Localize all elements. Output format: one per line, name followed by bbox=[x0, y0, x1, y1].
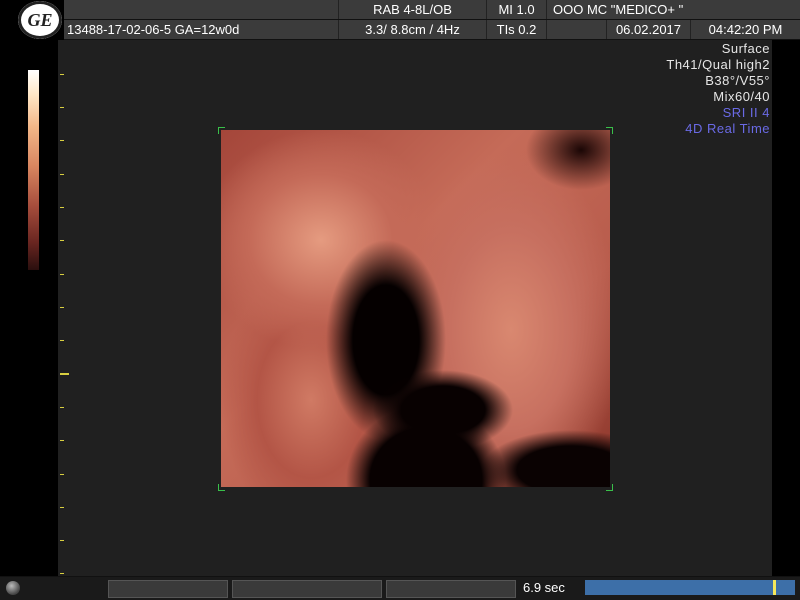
angle-label: B38°/V55° bbox=[705, 73, 770, 88]
depth-tick bbox=[60, 74, 64, 75]
render-mode-label: Surface bbox=[721, 41, 770, 56]
mix-label: Mix60/40 bbox=[713, 89, 770, 104]
mi-label: MI 1.0 bbox=[486, 0, 546, 19]
institution-label: OOO MC "MEDICO+ " bbox=[546, 0, 800, 19]
roi-corner-top-left bbox=[218, 127, 225, 134]
header-spacer bbox=[64, 0, 338, 19]
depth-frequency-label: 3.3/ 8.8cm / 4Hz bbox=[338, 20, 486, 39]
depth-tick bbox=[60, 307, 64, 308]
depth-tick bbox=[60, 207, 64, 208]
patient-id-label: 13488-17-02-06-5 GA=12w0d bbox=[64, 20, 338, 39]
depth-tick bbox=[60, 440, 64, 441]
depth-tick bbox=[60, 107, 64, 108]
depth-tick bbox=[60, 240, 64, 241]
focus-marker bbox=[60, 373, 69, 375]
depth-tick bbox=[60, 507, 64, 508]
threshold-quality-label: Th41/Qual high2 bbox=[666, 57, 770, 72]
3d-render-image[interactable] bbox=[221, 130, 610, 487]
color-map-scale bbox=[28, 70, 39, 270]
time-label: 04:42:20 PM bbox=[690, 20, 800, 39]
trackball-icon bbox=[6, 581, 20, 595]
mode-4d-label: 4D Real Time bbox=[685, 121, 770, 136]
tis-label: TIs 0.2 bbox=[486, 20, 546, 39]
ge-logo-icon: GE bbox=[18, 1, 62, 39]
cine-cursor[interactable] bbox=[773, 580, 776, 595]
roi-corner-top-right bbox=[606, 127, 613, 134]
trackball-function-2[interactable] bbox=[232, 580, 382, 598]
probe-label: RAB 4-8L/OB bbox=[338, 0, 486, 19]
right-panel bbox=[772, 40, 800, 576]
cine-progress-bar[interactable] bbox=[585, 580, 795, 595]
depth-tick bbox=[60, 140, 64, 141]
header-blank bbox=[546, 20, 606, 39]
cine-duration-label: 6.9 sec bbox=[523, 580, 565, 595]
depth-tick bbox=[60, 474, 64, 475]
roi-corner-bottom-left bbox=[218, 484, 225, 491]
depth-tick bbox=[60, 174, 64, 175]
depth-tick bbox=[60, 407, 64, 408]
roi-corner-bottom-right bbox=[606, 484, 613, 491]
depth-tick bbox=[60, 573, 64, 574]
trackball-function-3[interactable] bbox=[386, 580, 516, 598]
depth-tick bbox=[60, 274, 64, 275]
depth-tick bbox=[60, 340, 64, 341]
date-label: 06.02.2017 bbox=[606, 20, 690, 39]
sri-label: SRI II 4 bbox=[722, 105, 770, 120]
depth-tick bbox=[60, 540, 64, 541]
trackball-function-1[interactable] bbox=[108, 580, 228, 598]
